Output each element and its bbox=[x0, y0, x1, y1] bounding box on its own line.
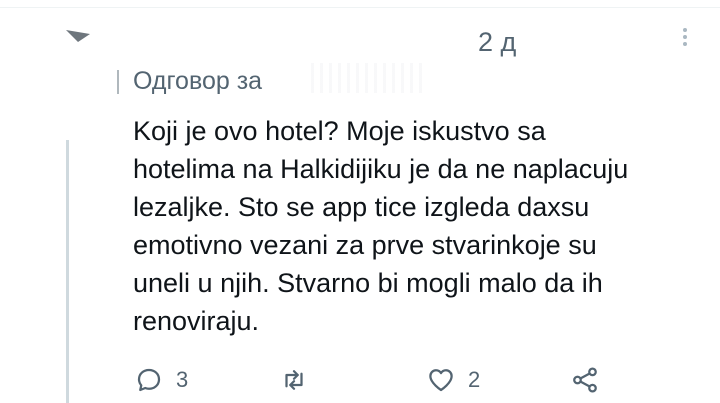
like-count: 2 bbox=[468, 367, 481, 392]
replying-to-label: Одговор за bbox=[133, 67, 263, 95]
more-vertical-icon bbox=[683, 28, 687, 32]
more-dot bbox=[683, 35, 687, 39]
retweet-icon bbox=[285, 370, 303, 390]
tweet-text: Koji je ovo hotel? Moje iskustvo sa hote… bbox=[133, 116, 629, 336]
heart-icon bbox=[429, 369, 453, 392]
avatar-fragment bbox=[66, 30, 90, 42]
timestamp[interactable]: 2 д bbox=[478, 26, 516, 58]
comment-icon bbox=[137, 368, 161, 392]
reply-count: 3 bbox=[176, 367, 189, 392]
share-icon bbox=[573, 367, 597, 393]
share-button[interactable] bbox=[570, 362, 612, 398]
tweet-actions: 3 2 bbox=[0, 362, 720, 400]
like-button[interactable]: 2 bbox=[426, 362, 480, 398]
text-cursor bbox=[117, 70, 119, 94]
reply-button[interactable]: 3 bbox=[134, 362, 188, 398]
more-options-button[interactable] bbox=[675, 26, 695, 56]
redacted-username bbox=[305, 63, 425, 93]
top-divider bbox=[0, 7, 720, 8]
more-dot bbox=[683, 42, 687, 46]
retweet-button[interactable] bbox=[279, 362, 321, 398]
